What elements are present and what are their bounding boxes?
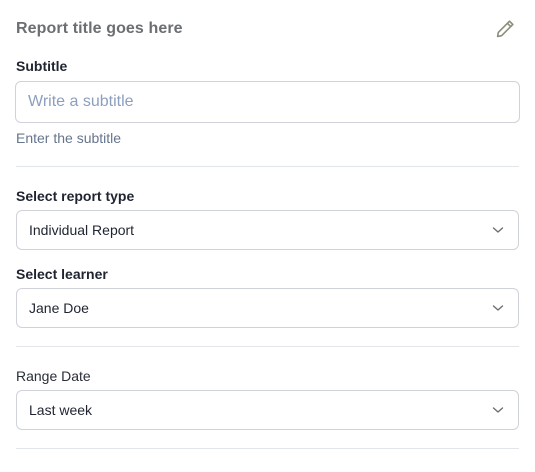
report-type-select[interactable]: Individual Report	[16, 210, 519, 250]
learner-select[interactable]: Jane Doe	[16, 288, 519, 328]
report-title: Report title goes here	[16, 20, 183, 37]
edit-title-button[interactable]	[494, 18, 516, 40]
learner-value: Jane Doe	[29, 300, 89, 316]
subtitle-label: Subtitle	[16, 58, 68, 74]
chevron-down-icon	[492, 407, 504, 413]
chevron-down-icon	[492, 305, 504, 311]
subtitle-helper-text: Enter the subtitle	[16, 130, 122, 146]
chevron-down-icon	[492, 227, 504, 233]
pencil-icon	[496, 20, 514, 38]
learner-label: Select learner	[16, 266, 108, 282]
report-type-value: Individual Report	[29, 222, 135, 238]
range-date-label: Range Date	[16, 368, 91, 384]
divider	[16, 166, 519, 167]
report-title-row: Report title goes here	[16, 18, 519, 42]
report-type-label: Select report type	[16, 188, 135, 204]
range-date-value: Last week	[29, 402, 93, 418]
divider	[16, 346, 519, 347]
subtitle-input[interactable]	[15, 81, 520, 123]
range-date-select[interactable]: Last week	[16, 390, 519, 430]
divider	[16, 448, 519, 449]
